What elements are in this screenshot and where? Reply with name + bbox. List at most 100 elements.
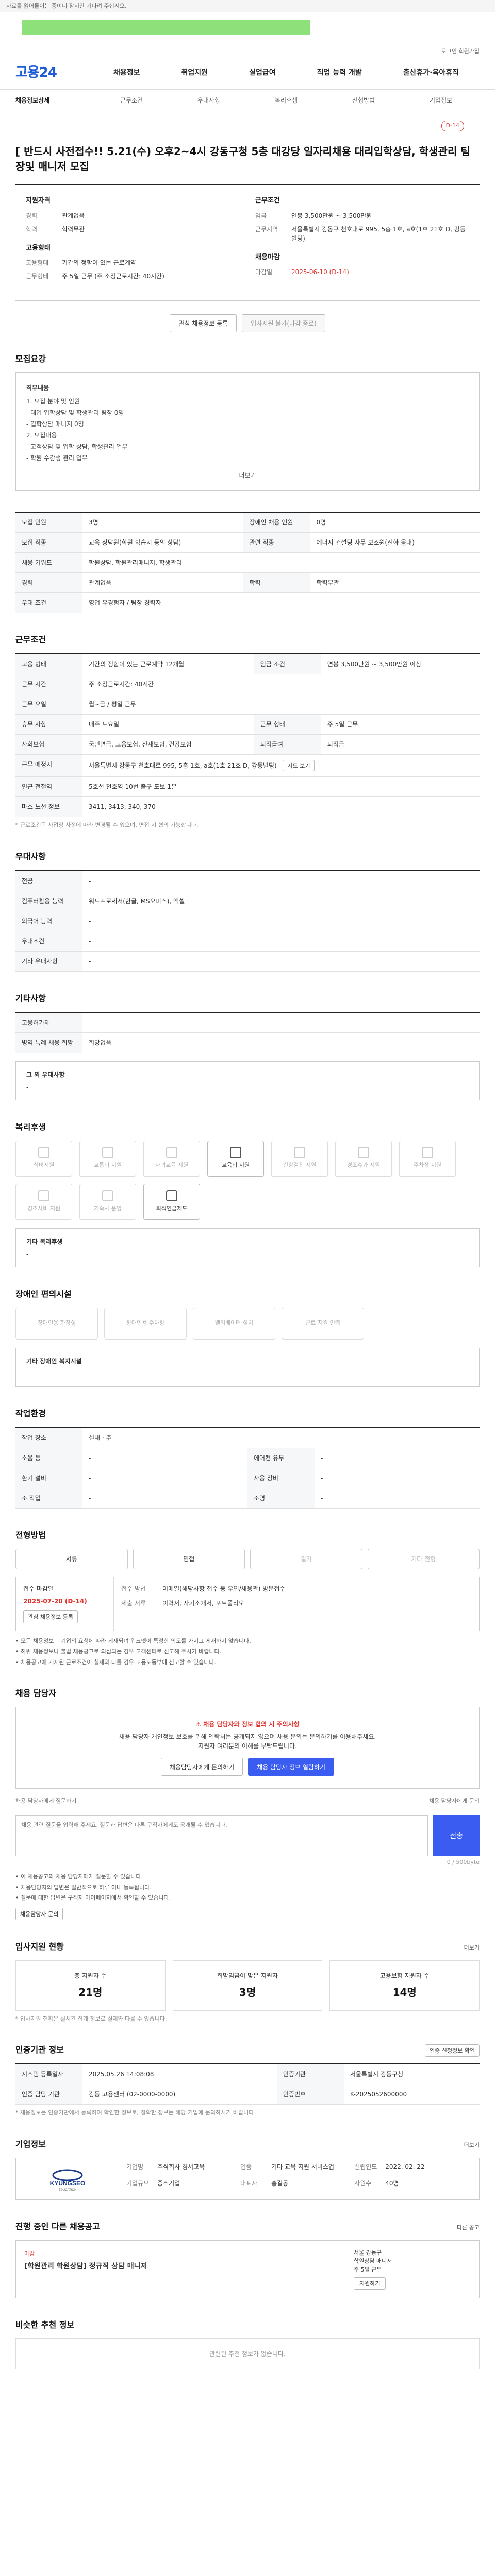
etc-extra-box: 그 외 우대사항 - — [15, 1061, 480, 1100]
cell-label: 외국어 능력 — [15, 911, 82, 931]
question-input[interactable] — [15, 1815, 428, 1856]
cell-value: 0명 — [310, 512, 480, 533]
nav-item-jobs[interactable]: 채용정보 — [110, 67, 143, 78]
question-box: 전송 — [15, 1815, 480, 1856]
welfare-card: 건강검진 지원 — [271, 1140, 328, 1177]
cell-label: 근무 형태 — [254, 714, 321, 735]
nav-item-unemployment[interactable]: 실업급여 — [246, 67, 279, 78]
cell-label: 조 작업 — [15, 1488, 82, 1509]
recommend-empty: 관련된 추천 정보가 없습니다. — [15, 2338, 480, 2369]
detail-line: - 고객상담 및 입학 상담, 학생관리 업무 — [26, 443, 128, 450]
tab-prefer[interactable]: 우대사항 — [170, 96, 248, 105]
apply-methods: 서류 면접 필기 기타 전형 — [15, 1548, 480, 1569]
company-label: 기업명 — [126, 2163, 144, 2171]
contact-desc: 지원자 여러분의 이해를 부탁드립니다. — [198, 1742, 297, 1750]
summary-value: 서울특별시 강동구 천호대로 995, 5층 1호, a호(1호 21호 D, … — [291, 225, 466, 242]
cell-value: 학력무관 — [310, 572, 480, 593]
interest-button[interactable]: 관심 채용정보 등록 — [170, 314, 237, 332]
tab-detail[interactable]: 채용정보상세 — [15, 96, 93, 105]
cell-value: 5호선 천호역 10번 출구 도보 1분 — [82, 776, 480, 797]
tab-selection[interactable]: 전형방법 — [325, 96, 402, 105]
stat-label: 고용보험 지원자 수 — [380, 1972, 430, 1979]
welfare-grid: 식비지원 교통비 지원 자녀교육 지원 교육비 지원 건강검진 지원 경조휴가 … — [15, 1140, 480, 1220]
loading-notice: 자료를 읽어들이는 중이니 잠시만 기다려 주십시오. — [0, 0, 495, 12]
cell-value: 3411, 3413, 340, 370 — [82, 796, 480, 817]
summary-type-head: 고용형태 — [26, 244, 51, 252]
contact-inquiry-button[interactable]: 채용담당자 문의 — [15, 1907, 63, 1920]
method-written: 필기 — [250, 1548, 362, 1569]
summary-label: 근무지역 — [255, 225, 278, 233]
apply-button[interactable]: 입사지원 불가(마감 종료) — [242, 314, 325, 332]
disabled-section: 장애인 편의시설 장애인용 화장실 장애인용 주차장 엘리베이터 설치 근로 지… — [0, 1288, 495, 1387]
cell-value: 워드프로세서(한글, MS오피스), 엑셀 — [82, 891, 480, 911]
disabled-card: 장애인용 화장실 — [15, 1307, 98, 1340]
cell-label: 마스 노선 정보 — [15, 796, 82, 817]
status-more-link[interactable]: 더보기 — [464, 1944, 480, 1953]
prefer-section: 우대사항 전공 - 컴퓨터활용 능력 워드프로세서(한글, MS오피스), 엑셀 외… — [0, 851, 495, 972]
disabled-label: 장애인용 화장실 — [37, 1319, 76, 1327]
cell-value: - — [82, 1488, 248, 1509]
apply-period: 접수 마감일 2025-07-20 (D-14) 관심 채용정보 등록 접수 방… — [15, 1576, 480, 1631]
cell-label: 근무 시간 — [15, 674, 82, 694]
agency-button[interactable]: 인증 신청정보 확인 — [425, 2044, 480, 2057]
cell-label: 시스템 등록일자 — [15, 2064, 82, 2084]
table-row: 병역 특례 채용 희망 희망없음 — [15, 1032, 480, 1053]
detail-line: 1. 모집 분야 및 인원 — [26, 398, 80, 405]
welfare-label: 교통비 지원 — [93, 1162, 122, 1169]
inquiry-button[interactable]: 채용담당자에게 문의하기 — [160, 1758, 243, 1776]
tab-welfare[interactable]: 복리후생 — [248, 96, 325, 105]
welfare-label: 경조휴가 지원 — [346, 1162, 381, 1169]
job-title: [ 반드시 사전접수!! 5.21(수) 오후2~4시 강동구청 5층 대강당 … — [15, 145, 470, 173]
welfare-extra-box: 기타 복리후생 - — [15, 1228, 480, 1267]
cell-value: - — [315, 1488, 480, 1509]
tab-conditions[interactable]: 근무조건 — [93, 96, 170, 105]
welfare-card: 기숙사 운영 — [79, 1183, 136, 1220]
map-button[interactable]: 지도 보기 — [283, 760, 315, 771]
cell-label: 모집 직종 — [15, 532, 82, 553]
nav-item-leave[interactable]: 출산휴가·육아휴직 — [400, 67, 462, 78]
cell-value: 퇴직금 — [321, 734, 480, 755]
disabled-label: 근로 지원 인력 — [305, 1319, 340, 1327]
table-row: 기타 우대사항 - — [15, 951, 480, 972]
work-table: 고용 형태 기간의 정함이 있는 근로계약 12개월 임금 조건 연봉 3,500만… — [15, 653, 480, 817]
cell-label: 조명 — [248, 1488, 315, 1509]
table-row: 우대 조건 영업 유경험자 / 팀장 경력자 — [15, 592, 480, 613]
disabled-grid: 장애인용 화장실 장애인용 주차장 엘리베이터 설치 근로 지원 인력 — [15, 1307, 480, 1340]
table-row: 모집 인원 3명 장애인 채용 인원 0명 — [15, 512, 480, 533]
table-row: 휴무 사항 매주 토요일 근무 형태 주 5일 근무 — [15, 714, 480, 735]
other-job-apply-button[interactable]: 지원하기 — [354, 2277, 386, 2290]
tab-company[interactable]: 기업정보 — [402, 96, 480, 105]
section-title: 모집요강 — [15, 354, 46, 364]
question-send-button[interactable]: 전송 — [433, 1815, 480, 1856]
method-interview: 면접 — [133, 1548, 245, 1569]
contact-warning-text: 채용 담당자와 정보 협의 시 주의사항 — [203, 1721, 300, 1728]
company-label: 업종 — [240, 2163, 252, 2171]
disabled-extra-head: 기타 장애인 복지시설 — [26, 1357, 82, 1365]
jobinfo-section: 모집 인원 3명 장애인 채용 인원 0명 모집 직종 교육 상담원(학원 학습지 등… — [0, 512, 495, 613]
section-title: 근무조건 — [15, 635, 46, 645]
other-job-line: 학원상담 매니저 — [354, 2258, 392, 2264]
cell-value: 영업 유경험자 / 팀장 경력자 — [82, 592, 480, 613]
welfare-card: 교통비 지원 — [79, 1140, 136, 1177]
period-interest-button[interactable]: 관심 채용정보 등록 — [23, 1609, 78, 1623]
question-link[interactable]: 채용 담당자에게 문의 — [429, 1797, 480, 1806]
question-head: 채용 담당자에게 질문하기 — [15, 1798, 77, 1804]
nav-item-training[interactable]: 직업 능력 개발 — [314, 67, 365, 78]
welfare-card: 경조휴가 지원 — [335, 1140, 392, 1177]
other-job-card[interactable]: 마감 [학원관리 학원상담] 정규직 상담 매니저 서울 강동구 학원상담 매니… — [15, 2240, 480, 2298]
work-section: 근무조건 고용 형태 기간의 정함이 있는 근로계약 12개월 임금 조건 연봉 3… — [0, 634, 495, 830]
view-contact-button[interactable]: 채용 담당자 정보 열람하기 — [248, 1758, 335, 1776]
contact-desc: 채용 담당자 개인정보 보호를 위해 연락처는 공개되지 않으며 채용 문의는 … — [119, 1733, 376, 1740]
detail-more-button[interactable]: 더보기 — [26, 465, 469, 480]
cell-label: 인근 전철역 — [15, 776, 82, 797]
apply-label: 제출 서류 — [121, 1599, 146, 1607]
others-right-head[interactable]: 다른 공고 — [457, 2224, 480, 2232]
detail-line: 2. 모집내용 — [26, 432, 57, 439]
company-more-link[interactable]: 더보기 — [464, 2141, 480, 2150]
section-title: 인증기관 정보 — [15, 2045, 64, 2055]
nav-item-support[interactable]: 취업지원 — [178, 67, 211, 78]
util-links[interactable]: 로그인 회원가입 — [0, 44, 495, 57]
main-nav: 채용정보 취업지원 실업급여 직업 능력 개발 출산휴가·육아휴직 — [93, 67, 480, 78]
child-icon — [166, 1147, 177, 1159]
site-logo[interactable]: 고용24 — [15, 63, 93, 83]
